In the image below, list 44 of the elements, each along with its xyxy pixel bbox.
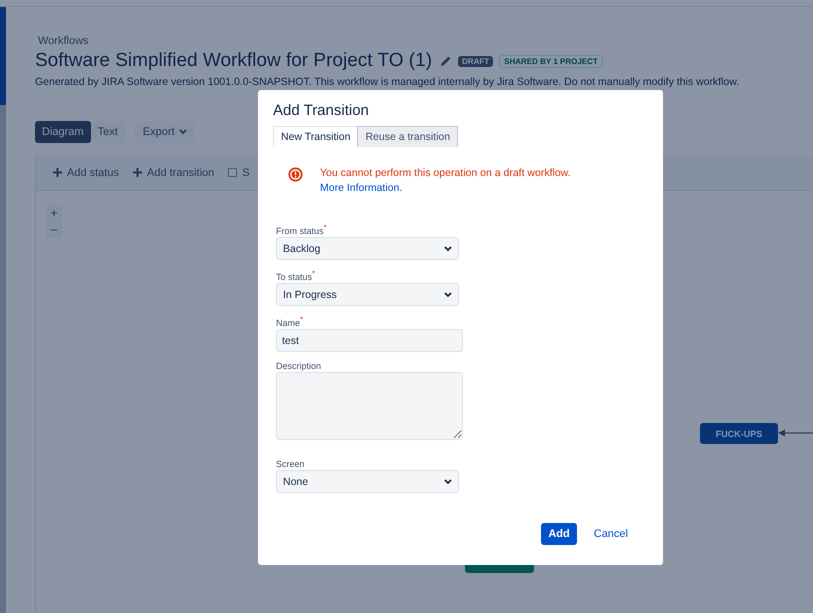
checkbox-label: S <box>242 166 250 178</box>
dialog-title: Add Transition <box>273 102 370 119</box>
description-field[interactable] <box>276 372 463 440</box>
cancel-link[interactable]: Cancel <box>586 523 635 545</box>
field-label: Description <box>276 361 322 371</box>
view-tab[interactable]: Diagram <box>35 121 91 143</box>
chevron-icon <box>444 246 452 252</box>
dialog-tab[interactable]: New Transition <box>273 126 358 147</box>
toolbar-button[interactable]: Add status <box>53 166 119 178</box>
error-message: You cannot perform this operation on a draft workflow. More Information. <box>320 166 572 196</box>
select-field[interactable]: In Progress <box>276 283 459 306</box>
shared-lozenge: SHARED BY 1 PROJECT <box>499 54 603 68</box>
required-mark: * <box>324 223 327 232</box>
chevron-icon <box>444 478 452 484</box>
plus-icon <box>53 168 62 177</box>
dialog-tab[interactable]: Reuse a transition <box>357 126 458 147</box>
name-input-field[interactable]: test <box>276 329 463 352</box>
view-tab[interactable]: Text <box>90 121 125 143</box>
more-information-link[interactable]: More Information. <box>320 182 402 194</box>
chevron-icon <box>444 292 452 298</box>
required-mark: * <box>300 315 304 324</box>
breadcrumb-link[interactable]: Workflows <box>38 35 89 47</box>
status-node[interactable]: FUCK-UPS <box>700 423 778 444</box>
field-label: To status$^{*}$ <box>276 269 316 282</box>
chevron-icon <box>178 129 187 135</box>
page-title: Software Simplified Workflow for Project TO (1) <box>35 50 432 72</box>
status-lozenge: DRAFT <box>458 56 494 66</box>
error-icon <box>288 167 303 182</box>
plus-icon <box>132 168 142 177</box>
field-label: From status$^{*}$ <box>276 223 328 236</box>
add-button[interactable]: Add <box>541 523 577 545</box>
transition-arrow <box>778 428 813 438</box>
checkbox[interactable] <box>228 168 238 177</box>
zoom-button[interactable]: − <box>46 221 62 238</box>
required-mark: * <box>312 269 316 278</box>
pencil-icon[interactable] <box>440 55 452 67</box>
zoom-button[interactable]: + <box>46 204 62 221</box>
toolbar-button[interactable]: Add transition <box>132 166 214 178</box>
select-field[interactable]: None <box>276 470 459 493</box>
field-label: Name$^{*}$ <box>276 315 304 328</box>
export-button[interactable]: Export <box>134 121 195 143</box>
select-field[interactable]: Backlog <box>276 237 459 260</box>
workflow-description: Generated by JIRA Software version 1001.0.0-SNAPSHOT. This workflow is managed internally by Jira Software. Do not manually modify this workflow. <box>35 76 740 88</box>
field-label: Screen <box>276 459 306 469</box>
